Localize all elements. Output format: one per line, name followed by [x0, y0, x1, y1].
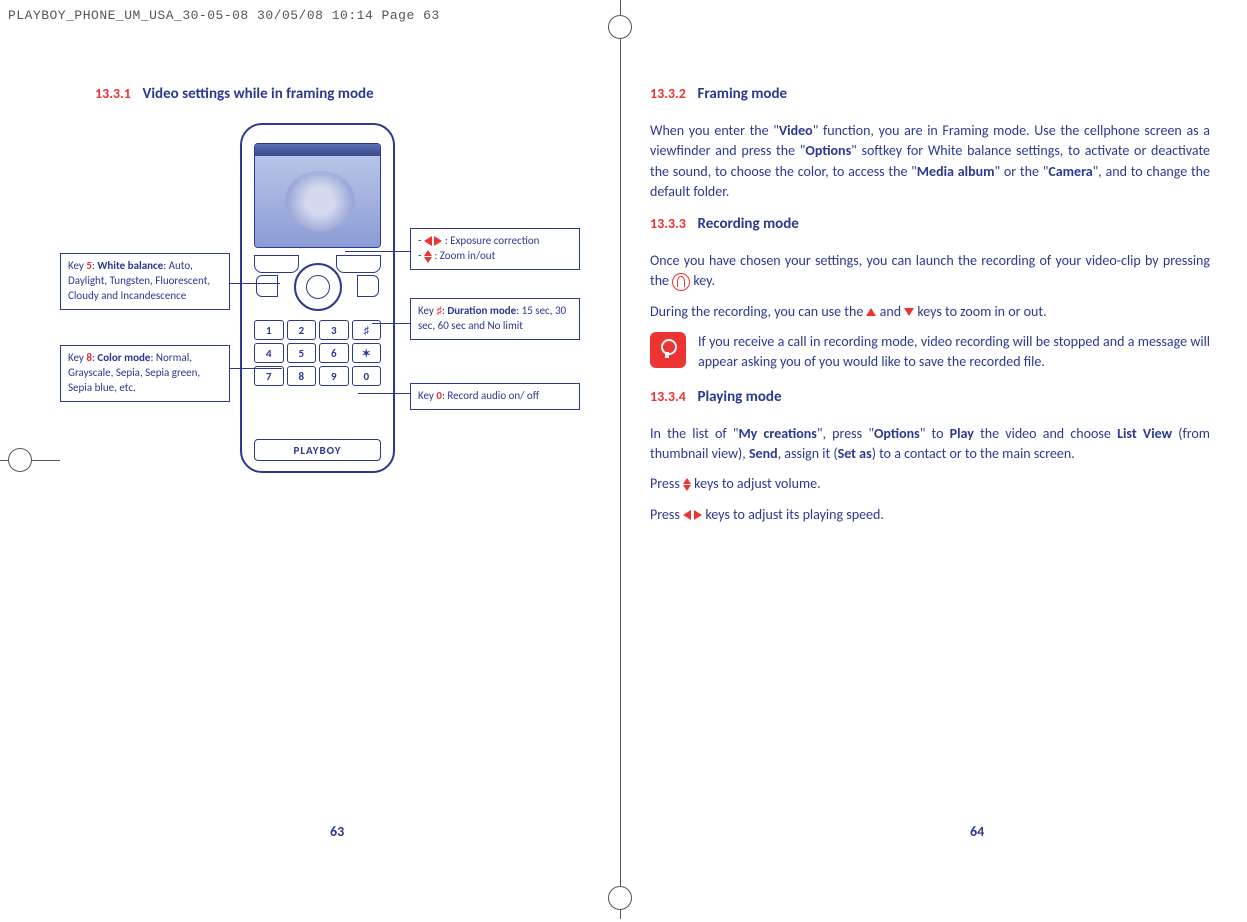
- print-header: PLAYBOY_PHONE_UM_USA_30-05-08 30/05/08 1…: [8, 8, 440, 23]
- page-left: 13.3.1 Video settings while in framing m…: [60, 60, 620, 840]
- section-number: 13.3.2: [650, 85, 686, 102]
- left-arrow-icon: [424, 236, 432, 246]
- key-0: 0: [352, 366, 382, 386]
- key-1: 1: [254, 320, 284, 340]
- status-bar: [255, 144, 380, 156]
- section-heading: 13.3.3 Recording mode: [650, 214, 1210, 233]
- phone-diagram: 1 2 3 ♯ 4 5 6 ✶ 7 8 9 0 PLAYBOY Key 5: W…: [60, 123, 580, 543]
- text: Key: [418, 304, 436, 317]
- paragraph: Press keys to adjust volume.: [650, 474, 1210, 494]
- paragraph: During the recording, you can use the an…: [650, 302, 1210, 322]
- crop-line-icon: [32, 460, 60, 461]
- paragraph: Press keys to adjust its playing speed.: [650, 505, 1210, 525]
- crop-line-icon: [0, 460, 8, 461]
- text: Key: [418, 389, 436, 402]
- paragraph: In the list of "My creations", press "Op…: [650, 424, 1210, 465]
- end-key: [357, 275, 379, 297]
- text: : Record audio on/ off: [442, 389, 539, 402]
- text: Key: [68, 259, 86, 272]
- section-heading: 13.3.1 Video settings while in framing m…: [95, 84, 620, 103]
- paragraph: When you enter the "Video" function, you…: [650, 121, 1210, 202]
- tip-box: If you receive a call in recording mode,…: [650, 332, 1210, 373]
- key-star: ✶: [352, 343, 382, 363]
- key-3: 3: [319, 320, 349, 340]
- page-right: 13.3.2 Framing mode When you enter the "…: [650, 60, 1210, 840]
- leader-line-icon: [358, 393, 410, 394]
- crop-line-icon: [620, 0, 621, 15]
- right-arrow-icon: [694, 510, 702, 520]
- tip-lightbulb-icon: [650, 332, 686, 368]
- callout-color-mode: Key 8: Color mode: Normal, Grayscale, Se…: [60, 345, 230, 402]
- ok-key-icon: [672, 273, 690, 291]
- key-9: 9: [319, 366, 349, 386]
- text-bold: Duration mode: [447, 304, 516, 317]
- left-softkey: [254, 255, 299, 273]
- leader-line-icon: [345, 251, 410, 252]
- section-heading: 13.3.2 Framing mode: [650, 84, 1210, 103]
- brand-bar: PLAYBOY: [254, 439, 381, 461]
- section-title: Framing mode: [698, 85, 788, 103]
- phone-body: 1 2 3 ♯ 4 5 6 ✶ 7 8 9 0 PLAYBOY: [240, 123, 395, 473]
- text: Key: [68, 351, 86, 364]
- text: : Zoom in/out: [432, 249, 495, 262]
- section-number: 13.3.4: [650, 388, 686, 405]
- section-heading: 13.3.4 Playing mode: [650, 387, 1210, 406]
- crop-line-icon: [620, 39, 621, 919]
- section-title: Playing mode: [698, 388, 782, 406]
- viewfinder-image: [255, 156, 380, 248]
- text-bold: Color mode: [97, 351, 150, 364]
- right-softkey: [336, 255, 381, 273]
- page-number: 64: [970, 823, 984, 840]
- section-number: 13.3.1: [95, 85, 131, 102]
- lion-icon: [285, 171, 355, 231]
- callout-duration-mode: Key ♯: Duration mode: 15 sec, 30 sec, 60…: [410, 298, 580, 340]
- line-exposure: - : Exposure correction: [418, 234, 572, 249]
- page-number: 63: [330, 823, 344, 840]
- tip-text: If you receive a call in recording mode,…: [698, 332, 1210, 373]
- left-arrow-icon: [683, 510, 691, 520]
- updown-arrow-icon: [424, 250, 432, 263]
- up-arrow-icon: [866, 308, 876, 316]
- leader-line-icon: [230, 283, 280, 284]
- section-number: 13.3.3: [650, 215, 686, 232]
- key-2: 2: [287, 320, 317, 340]
- phone-screen: [254, 143, 381, 248]
- ok-key: [306, 275, 330, 299]
- callout-white-balance: Key 5: White balance: Auto, Daylight, Tu…: [60, 253, 230, 310]
- crop-mark-left-icon: [8, 448, 32, 472]
- key-8: 8: [287, 366, 317, 386]
- call-key: [256, 275, 278, 297]
- line-zoom: - : Zoom in/out: [418, 249, 572, 264]
- crop-mark-bottom-icon: [608, 886, 632, 910]
- leader-line-icon: [230, 368, 282, 369]
- down-arrow-icon: [904, 308, 914, 316]
- text-bold: White balance: [97, 259, 163, 272]
- key-4: 4: [254, 343, 284, 363]
- key-5: 5: [287, 343, 317, 363]
- section-title: Recording mode: [698, 215, 799, 233]
- key-6: 6: [319, 343, 349, 363]
- updown-arrow-icon: [683, 478, 691, 491]
- keypad: 1 2 3 ♯ 4 5 6 ✶ 7 8 9 0: [254, 320, 381, 386]
- crop-mark-top-icon: [608, 15, 632, 39]
- callout-exposure-zoom: - : Exposure correction - : Zoom in/out: [410, 228, 580, 270]
- text: : Exposure correction: [442, 234, 539, 247]
- key-7: 7: [254, 366, 284, 386]
- leader-line-icon: [372, 323, 410, 324]
- paragraph: Once you have chosen your settings, you …: [650, 251, 1210, 292]
- callout-record-audio: Key 0: Record audio on/ off: [410, 383, 580, 410]
- section-title: Video settings while in framing mode: [143, 85, 374, 103]
